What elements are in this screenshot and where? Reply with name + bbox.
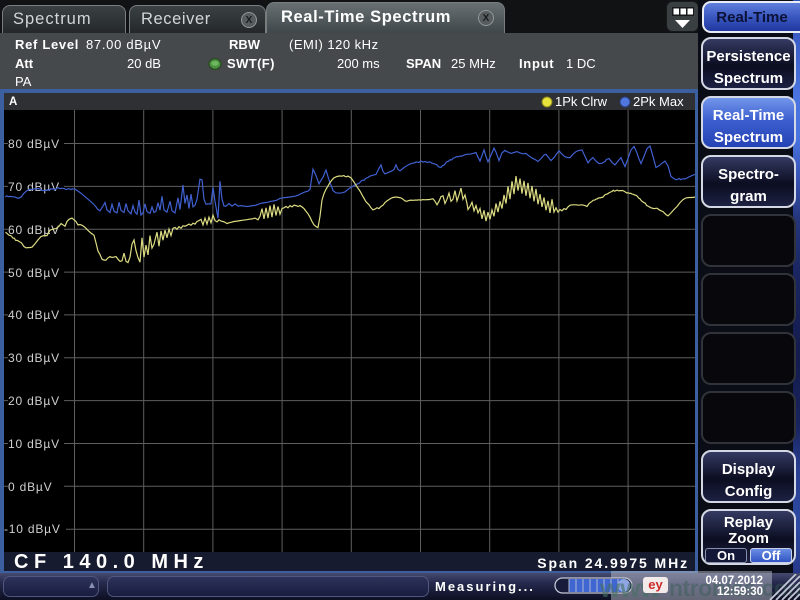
svg-text:70 dBµV: 70 dBµV [8,180,60,194]
svg-text:10 dBµV: 10 dBµV [8,437,60,451]
svg-text:30 dBµV: 30 dBµV [8,351,60,365]
svg-text:20 dBµV: 20 dBµV [8,394,60,408]
svg-text:-10 dBµV: -10 dBµV [4,522,61,536]
svg-text:40 dBµV: 40 dBµV [8,308,60,322]
svg-text:80 dBµV: 80 dBµV [8,137,60,151]
svg-text:0 dBµV: 0 dBµV [8,480,52,494]
svg-text:50 dBµV: 50 dBµV [8,266,60,280]
